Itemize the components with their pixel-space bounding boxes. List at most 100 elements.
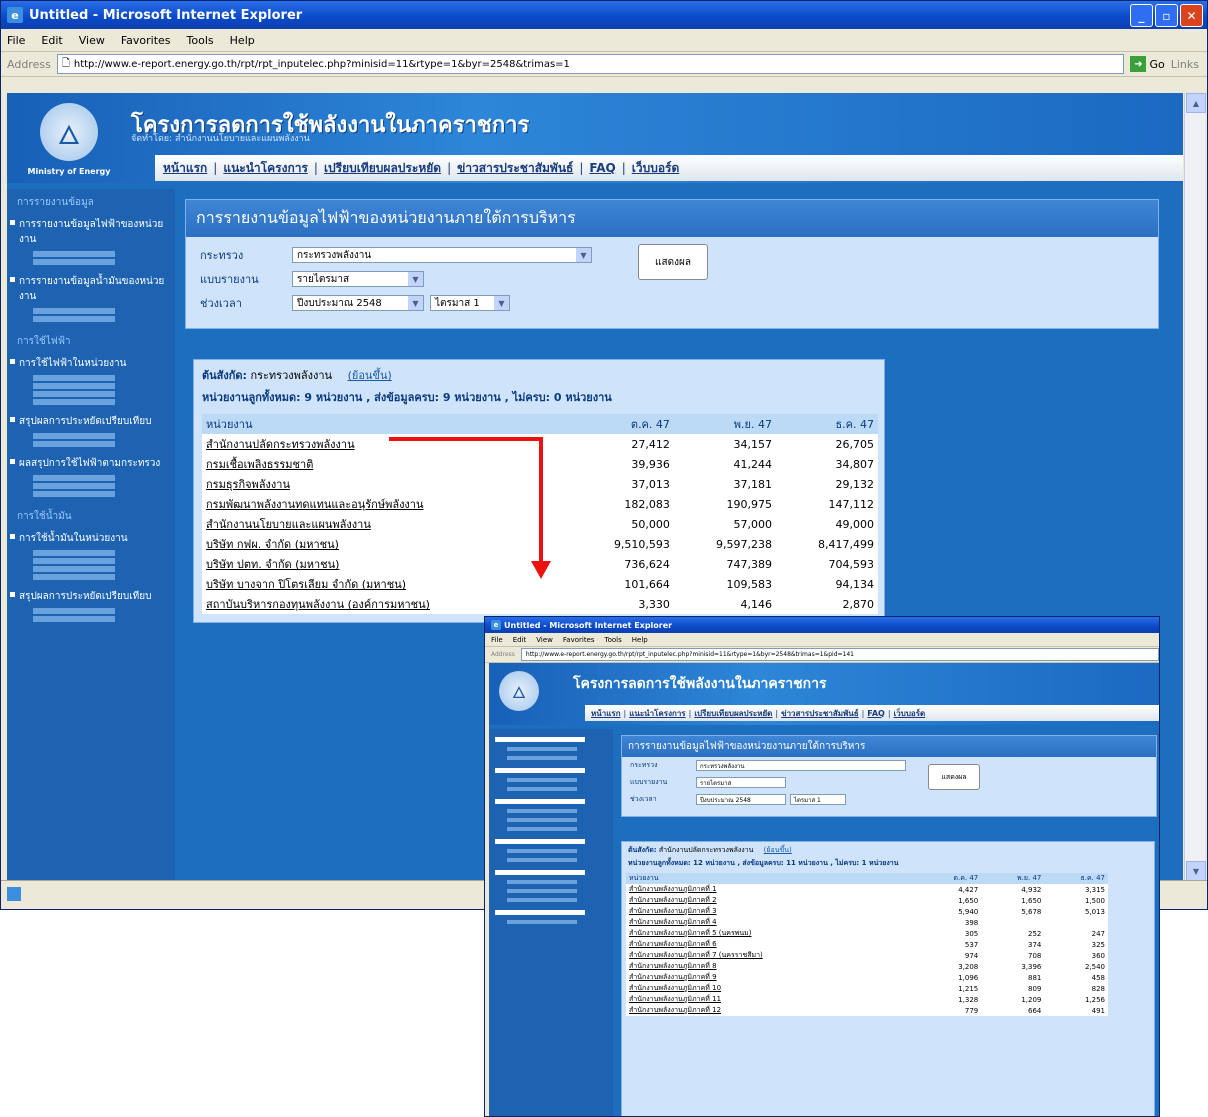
window-title: Untitled - Microsoft Internet Explorer	[29, 7, 303, 23]
inset-usage-value: 1,256	[1044, 994, 1108, 1005]
inset-menu-edit[interactable]: Edit	[513, 636, 527, 644]
inset-table-row: สำนักงานพลังงานภูมิภาคที่ 11 1,328 1,209 1,…	[626, 994, 1108, 1005]
inset-nav-compare[interactable]: เปรียบเทียบผลประหยัด	[694, 707, 772, 720]
inset-menu-tools[interactable]: Tools	[605, 636, 622, 644]
inset-usage-value: 537	[917, 939, 982, 950]
menu-edit[interactable]: Edit	[41, 34, 62, 47]
inset-table-row: สำนักงานพลังงานภูมิภาคที่ 2 1,650 1,650 1,5…	[626, 895, 1108, 906]
inset-nav-home[interactable]: หน้าแรก	[591, 707, 621, 720]
inset-agency-link[interactable]: สำนักงานพลังงานภูมิภาคที่ 11	[626, 994, 918, 1005]
inset-menu-favorites[interactable]: Favorites	[563, 636, 595, 644]
inset-usage-value: 809	[981, 983, 1045, 994]
inset-usage-value: 5,013	[1044, 906, 1108, 917]
inset-usage-value: 4,932	[981, 884, 1045, 895]
inset-back-link[interactable]: (ย้อนขึ้น)	[764, 846, 792, 854]
inset-table-row: สำนักงานพลังงานภูมิภาคที่ 8 3,208 3,396 2,5…	[626, 961, 1108, 972]
inset-header-row: หน่วยงาน ต.ค. 47 พ.ย. 47 ธ.ค. 47	[626, 873, 1108, 884]
inset-table-row: สำนักงานพลังงานภูมิภาคที่ 5 (นครพนม) 305 2…	[626, 928, 1108, 939]
inset-usage-value	[1044, 917, 1108, 928]
menu-file[interactable]: File	[7, 34, 25, 47]
inset-agency-link[interactable]: สำนักงานพลังงานภูมิภาคที่ 4	[626, 917, 918, 928]
inset-quarter-select[interactable]: ไตรมาส 1	[790, 794, 846, 805]
ie-icon: e	[491, 620, 501, 630]
inset-nav-news[interactable]: ข่าวสารประชาสัมพันธ์	[781, 707, 859, 720]
inset-agency-link[interactable]: สำนักงานพลังงานภูมิภาคที่ 10	[626, 983, 918, 994]
inset-column-header: พ.ย. 47	[981, 873, 1045, 884]
inset-usage-value: 398	[917, 917, 982, 928]
flame-logo-icon: 🜂	[499, 671, 539, 711]
menu-favorites[interactable]: Favorites	[121, 34, 171, 47]
inset-ministry-select[interactable]: กระทรวงพลังงาน	[696, 760, 906, 771]
inset-usage-value: 1,650	[917, 895, 982, 906]
inset-agency-link[interactable]: สำนักงานพลังงานภูมิภาคที่ 7 (นครราชสีมา)	[626, 950, 918, 961]
inset-agency-link[interactable]: สำนักงานพลังงานภูมิภาคที่ 9	[626, 972, 918, 983]
inset-agency-link[interactable]: สำนักงานพลังงานภูมิภาคที่ 8	[626, 961, 918, 972]
inset-usage-value: 779	[917, 1005, 982, 1016]
inset-year-select[interactable]: ปีงบประมาณ 2548	[696, 794, 786, 805]
inset-menu-file[interactable]: File	[491, 636, 503, 644]
address-bar: Address 🗋 http://www.e-report.energy.go.…	[1, 52, 1207, 77]
inset-browser-window: e Untitled - Microsoft Internet Explorer…	[484, 616, 1160, 1117]
inset-usage-value: 1,500	[1044, 895, 1108, 906]
inset-usage-value: 325	[1044, 939, 1108, 950]
inset-nav-webboard[interactable]: เว็บบอร์ด	[894, 707, 926, 720]
inset-agency-label: ต้นสังกัด:	[628, 846, 657, 854]
inset-site-header: 🜂 โครงการลดการใช้พลังงานในภาคราชการ หน้า…	[489, 663, 1159, 725]
inset-usage-value: 491	[1044, 1005, 1108, 1016]
minimize-button[interactable]: _	[1130, 4, 1153, 27]
inset-nav-faq[interactable]: FAQ	[867, 709, 885, 718]
inset-usage-value: 974	[917, 950, 982, 961]
go-label: Go	[1149, 57, 1165, 71]
inset-usage-value: 1,215	[917, 983, 982, 994]
inset-agency-link[interactable]: สำนักงานพลังงานภูมิภาคที่ 6	[626, 939, 918, 950]
inset-agency-link[interactable]: สำนักงานพลังงานภูมิภาคที่ 3	[626, 906, 918, 917]
inset-address-bar: Address http://www.e-report.energy.go.th…	[485, 647, 1159, 663]
scroll-down-icon[interactable]: ▼	[1186, 861, 1206, 881]
menu-help[interactable]: Help	[230, 34, 255, 47]
inset-usage-value: 708	[981, 950, 1045, 961]
links-label[interactable]: Links	[1171, 58, 1199, 71]
inset-usage-value: 1,328	[917, 994, 982, 1005]
inset-nav-about[interactable]: แนะนำโครงการ	[629, 707, 685, 720]
inset-usage-value: 305	[917, 928, 982, 939]
vertical-scrollbar[interactable]: ▲ ▼	[1184, 93, 1206, 881]
inset-agency-link[interactable]: สำนักงานพลังงานภูมิภาคที่ 5 (นครพนม)	[626, 928, 918, 939]
close-button[interactable]: ✕	[1180, 4, 1203, 27]
inset-usage-value: 2,540	[1044, 961, 1108, 972]
inset-period-label: ช่วงเวลา	[630, 795, 657, 803]
inset-usage-value: 3,208	[917, 961, 982, 972]
inset-table-row: สำนักงานพลังงานภูมิภาคที่ 9 1,096 881 458	[626, 972, 1108, 983]
inset-usage-value: 1,650	[981, 895, 1045, 906]
go-button[interactable]: ➜ Go	[1130, 56, 1165, 72]
inset-usage-value: 664	[981, 1005, 1045, 1016]
inset-address-input[interactable]: http://www.e-report.energy.go.th/rpt/rpt…	[520, 648, 1159, 661]
menu-tools[interactable]: Tools	[187, 34, 214, 47]
inset-usage-value	[981, 917, 1045, 928]
inset-main-nav: หน้าแรก | แนะนำโครงการ | เปรียบเทียบผลประห…	[585, 705, 1159, 721]
inset-address-label: Address	[491, 651, 515, 658]
inset-table-row: สำนักงานพลังงานภูมิภาคที่ 7 (นครราชสีมา)…	[626, 950, 1108, 961]
address-input[interactable]: 🗋 http://www.e-report.energy.go.th/rpt/r…	[56, 54, 1125, 74]
inset-usage-value: 360	[1044, 950, 1108, 961]
menu-bar: File Edit View Favorites Tools Help	[1, 29, 1207, 52]
inset-page-viewport: 🜂 โครงการลดการใช้พลังงานในภาคราชการ หน้า…	[489, 663, 1159, 1116]
inset-report-type-label: แบบรายงาน	[630, 778, 668, 786]
inset-agency-link[interactable]: สำนักงานพลังงานภูมิภาคที่ 2	[626, 895, 918, 906]
inset-agency-link[interactable]: สำนักงานพลังงานภูมิภาคที่ 12	[626, 1005, 918, 1016]
inset-report-type-select[interactable]: รายไตรมาส	[696, 777, 786, 788]
inset-show-result-button[interactable]: แสดงผล	[928, 764, 980, 790]
inset-menu-view[interactable]: View	[536, 636, 553, 644]
inset-usage-value: 3,315	[1044, 884, 1108, 895]
inset-table-row: สำนักงานพลังงานภูมิภาคที่ 6 537 374 325	[626, 939, 1108, 950]
inset-usage-value: 252	[981, 928, 1045, 939]
inset-year-value: ปีงบประมาณ 2548	[700, 796, 751, 804]
inset-quarter-value: ไตรมาส 1	[794, 796, 821, 804]
inset-agency-value: สำนักงานปลัดกระทรวงพลังงาน	[658, 846, 754, 854]
scroll-up-icon[interactable]: ▲	[1186, 93, 1206, 113]
address-url: http://www.e-report.energy.go.th/rpt/rpt…	[73, 58, 570, 70]
inset-menu-help[interactable]: Help	[632, 636, 648, 644]
maximize-button[interactable]: ▫	[1155, 4, 1178, 27]
inset-report-heading: การรายงานข้อมูลไฟฟ้าของหน่วยงานภายใต้การ…	[622, 736, 1156, 757]
inset-agency-link[interactable]: สำนักงานพลังงานภูมิภาคที่ 1	[626, 884, 918, 895]
menu-view[interactable]: View	[79, 34, 105, 47]
